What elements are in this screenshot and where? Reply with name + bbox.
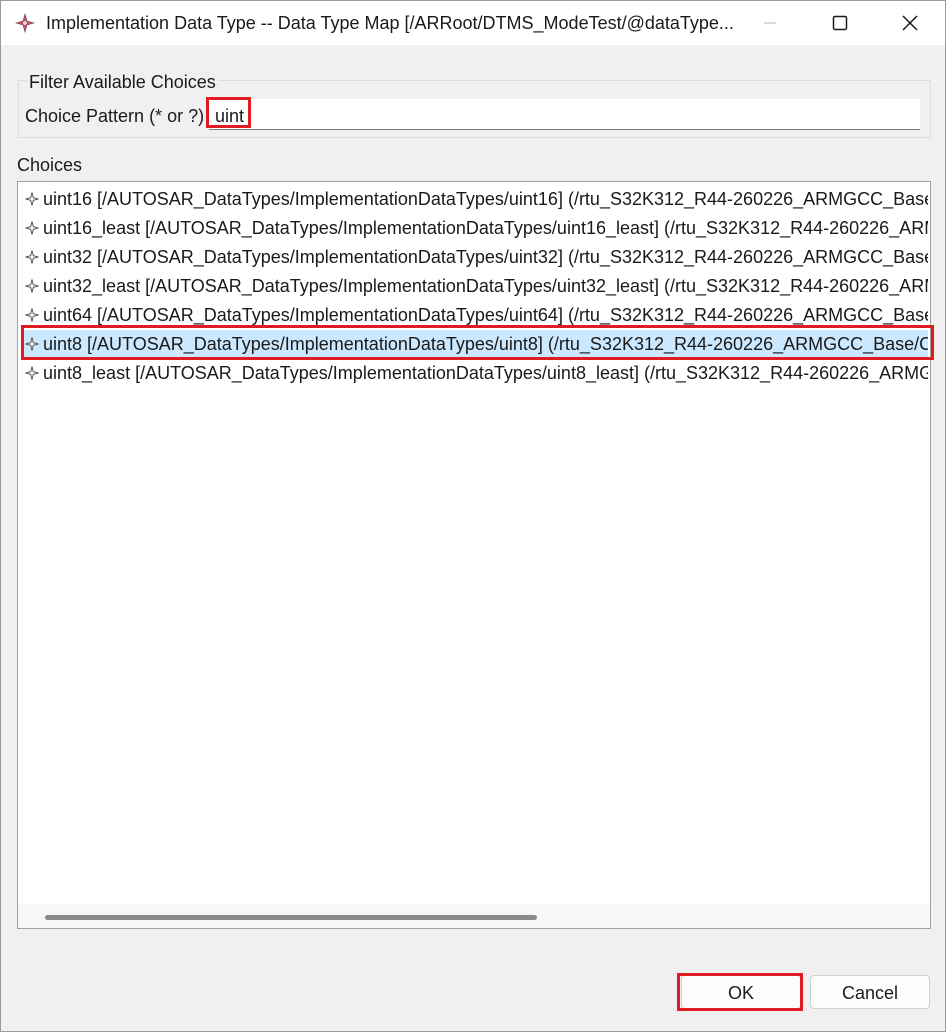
close-button[interactable]: [875, 1, 945, 45]
autosar-element-icon: [15, 13, 35, 33]
close-icon: [902, 15, 918, 31]
list-item[interactable]: uint16_least [/AUTOSAR_DataTypes/Impleme…: [22, 214, 928, 242]
dialog-window: Implementation Data Type -- Data Type Ma…: [0, 0, 946, 1032]
datatype-element-icon: [25, 308, 39, 322]
datatype-element-icon: [25, 279, 39, 293]
maximize-icon: [832, 15, 848, 31]
window-title: Implementation Data Type -- Data Type Ma…: [46, 13, 734, 33]
cancel-button[interactable]: Cancel: [810, 975, 930, 1009]
list-item-label: uint16_least [/AUTOSAR_DataTypes/Impleme…: [43, 218, 928, 238]
minimize-icon: [764, 22, 776, 24]
filter-group-label: Filter Available Choices: [27, 72, 218, 93]
choice-pattern-input[interactable]: uint: [209, 99, 920, 130]
datatype-element-icon: [25, 250, 39, 264]
list-item[interactable]: uint8_least [/AUTOSAR_DataTypes/Implemen…: [22, 359, 928, 387]
choices-list[interactable]: uint16 [/AUTOSAR_DataTypes/Implementatio…: [17, 181, 931, 929]
choice-pattern-label: Choice Pattern (* or ?): [25, 106, 205, 126]
list-item-label: uint64 [/AUTOSAR_DataTypes/Implementatio…: [43, 305, 928, 325]
list-item[interactable]: uint16 [/AUTOSAR_DataTypes/Implementatio…: [22, 185, 928, 213]
scrollbar-thumb[interactable]: [45, 915, 537, 920]
datatype-element-icon: [25, 221, 39, 235]
title-bar[interactable]: Implementation Data Type -- Data Type Ma…: [1, 1, 945, 45]
list-item-label: uint16 [/AUTOSAR_DataTypes/Implementatio…: [43, 189, 928, 209]
choices-label: Choices: [17, 155, 83, 175]
minimize-button[interactable]: [735, 1, 805, 45]
maximize-button[interactable]: [805, 1, 875, 45]
list-item-label: uint32 [/AUTOSAR_DataTypes/Implementatio…: [43, 247, 928, 267]
horizontal-scrollbar[interactable]: [18, 904, 930, 928]
list-item-label: uint32_least [/AUTOSAR_DataTypes/Impleme…: [43, 276, 928, 296]
list-item[interactable]: uint32_least [/AUTOSAR_DataTypes/Impleme…: [22, 272, 928, 300]
filter-group: Filter Available Choices Choice Pattern …: [18, 72, 931, 138]
pattern-highlight-box: [206, 97, 251, 128]
datatype-element-icon: [25, 366, 39, 380]
list-item-label: uint8_least [/AUTOSAR_DataTypes/Implemen…: [43, 363, 928, 383]
ok-button-highlight-box: [677, 973, 803, 1011]
datatype-element-icon: [25, 192, 39, 206]
list-item[interactable]: uint32 [/AUTOSAR_DataTypes/Implementatio…: [22, 243, 928, 271]
selected-row-highlight-box: [21, 325, 934, 360]
